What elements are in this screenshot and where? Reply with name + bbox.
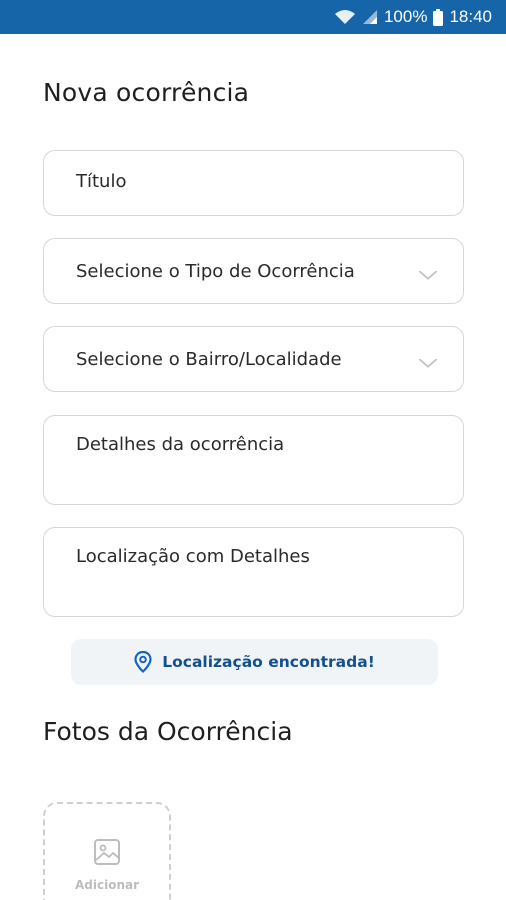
- clock: 18:40: [449, 7, 492, 26]
- location-status-badge: Localização encontrada!: [71, 639, 438, 685]
- page-title: Nova ocorrência: [43, 78, 250, 107]
- occurrence-type-placeholder: Selecione o Tipo de Ocorrência: [76, 260, 355, 282]
- details-placeholder: Detalhes da ocorrência: [76, 434, 285, 455]
- location-status-text: Localização encontrada!: [162, 653, 375, 671]
- battery-icon: [433, 8, 444, 26]
- image-icon: [93, 838, 121, 870]
- details-textarea[interactable]: Detalhes da ocorrência: [43, 415, 464, 505]
- location-details-textarea[interactable]: Localização com Detalhes: [43, 527, 464, 617]
- occurrence-type-select[interactable]: Selecione o Tipo de Ocorrência: [43, 238, 464, 304]
- title-input[interactable]: Título: [43, 150, 464, 216]
- wifi-icon: [334, 9, 356, 25]
- title-input-placeholder: Título: [76, 171, 127, 192]
- signal-icon: [362, 9, 378, 25]
- add-photo-label: Adicionar: [74, 878, 140, 892]
- battery-percent: 100%: [383, 7, 428, 26]
- chevron-down-icon: [419, 265, 437, 286]
- status-bar: 100% 18:40: [0, 0, 506, 34]
- neighborhood-select[interactable]: Selecione o Bairro/Localidade: [43, 326, 464, 392]
- chevron-down-icon: [419, 353, 437, 374]
- photos-section-title: Fotos da Ocorrência: [43, 717, 293, 746]
- neighborhood-placeholder: Selecione o Bairro/Localidade: [76, 348, 342, 370]
- location-pin-icon: [134, 651, 152, 673]
- location-details-placeholder: Localização com Detalhes: [76, 546, 310, 567]
- add-photo-button[interactable]: Adicionar: [43, 802, 171, 900]
